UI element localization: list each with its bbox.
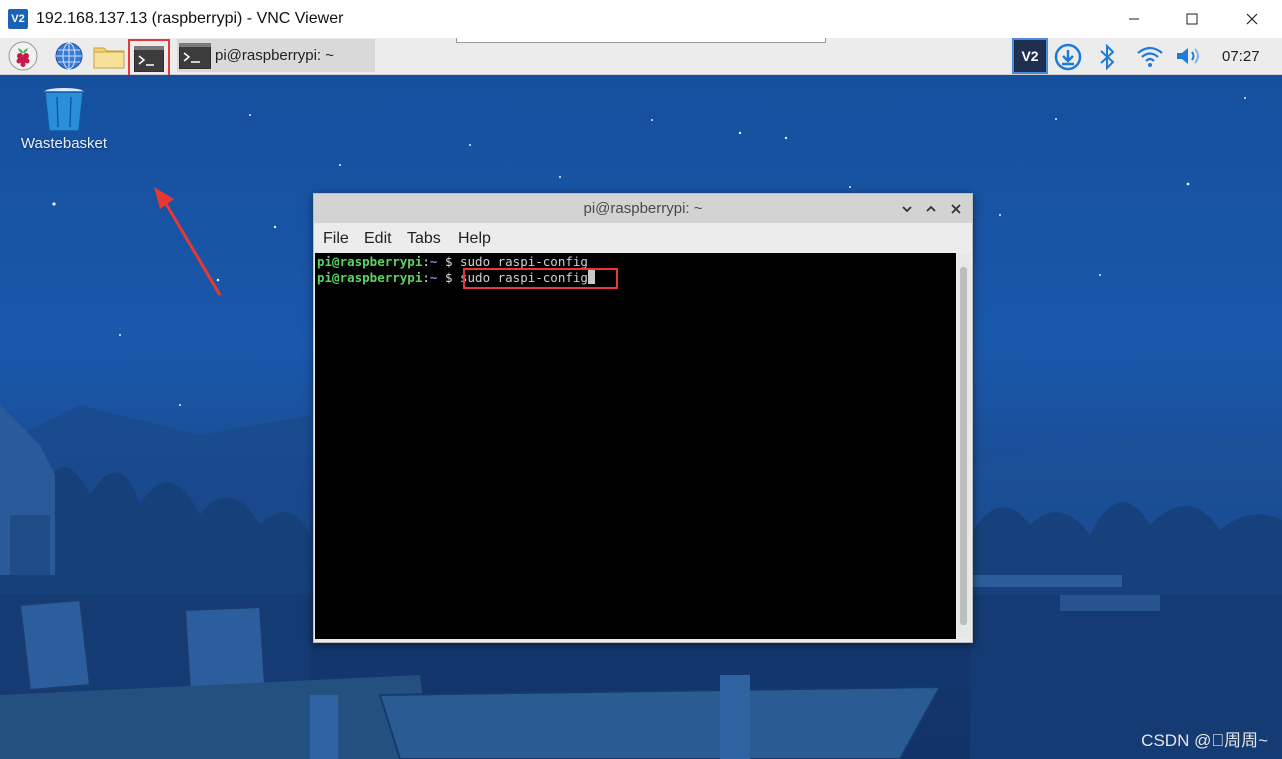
terminal-title: pi@raspberrypi: ~ [583,200,703,217]
wastebasket-label: Wastebasket [20,135,108,152]
web-browser-button[interactable] [54,41,84,71]
maximize-icon [1186,13,1198,25]
annotation-arrow-icon [154,187,222,296]
terminal-output[interactable]: pi@raspberrypi:~ $ sudo raspi-config pi@… [315,253,956,639]
taskbar-window-label: pi@raspberrypi: ~ [215,47,335,64]
close-button[interactable] [1222,0,1282,38]
terminal-minimize-button[interactable] [898,200,916,218]
file-manager-button[interactable] [92,42,126,70]
maximize-button[interactable] [1162,0,1222,38]
window-title: 192.168.137.13 (raspberrypi) - VNC Viewe… [36,10,344,27]
scrollbar-thumb[interactable] [960,267,967,625]
terminal-maximize-button[interactable] [922,200,940,218]
minimize-icon [1129,18,1139,20]
menu-file[interactable]: File [323,230,349,248]
terminal-scrollbar[interactable] [957,253,971,639]
terminal-menubar: File Edit Tabs Help [314,223,972,253]
prompt-user: pi@raspberrypi [317,254,423,269]
prompt-colon: : [422,270,430,285]
raspberry-pi-taskbar: pi@raspberrypi: ~ V2 07:27 [0,38,1282,81]
vnc-logo-icon: V2 [8,9,28,29]
raspberry-icon [8,41,38,71]
vnc-toolbar-handle[interactable] [456,38,826,43]
command-highlight-box [463,268,618,289]
bluetooth-tray-button[interactable] [1096,43,1118,71]
chevron-up-icon [926,205,936,212]
terminal-titlebar[interactable]: pi@raspberrypi: ~ [314,194,972,223]
close-icon [1246,13,1258,25]
volume-icon [1177,48,1199,64]
minimize-button[interactable] [1104,0,1164,38]
wifi-icon [1137,46,1163,67]
menu-help[interactable]: Help [458,230,491,248]
file-manager-icon [93,47,125,69]
web-browser-icon [55,42,83,70]
close-icon [951,204,961,214]
wifi-tray-button[interactable] [1136,43,1164,69]
terminal-icon [134,46,164,72]
bluetooth-icon [1100,43,1115,71]
prompt-sign: $ [437,270,460,285]
volume-tray-button[interactable] [1174,44,1204,68]
download-update-icon [1054,43,1082,71]
prompt-sign: $ [437,254,460,269]
terminal-icon [179,42,211,69]
clock[interactable]: 07:27 [1222,48,1260,65]
taskbar-window-terminal[interactable]: pi@raspberrypi: ~ [177,39,375,72]
terminal-window: pi@raspberrypi: ~ File Edit Tabs Help pi… [313,193,973,643]
wastebasket-desktop-icon[interactable]: Wastebasket [18,83,110,152]
vnc-server-tray-button[interactable]: V2 [1012,38,1048,74]
command-text: sudo raspi-config [460,254,588,269]
terminal-close-button[interactable] [947,200,965,218]
prompt-colon: : [422,254,430,269]
wastebasket-icon [44,88,84,132]
csdn-watermark: CSDN @ 周周~ [1141,731,1268,750]
updater-tray-button[interactable] [1054,43,1082,71]
prompt-user: pi@raspberrypi [317,270,423,285]
chevron-down-icon [902,206,912,213]
menu-edit[interactable]: Edit [364,230,392,248]
menu-tabs[interactable]: Tabs [407,230,441,248]
vnc-viewer-titlebar: V2 192.168.137.13 (raspberrypi) - VNC Vi… [0,0,1282,39]
raspberry-menu-button[interactable] [8,41,38,71]
